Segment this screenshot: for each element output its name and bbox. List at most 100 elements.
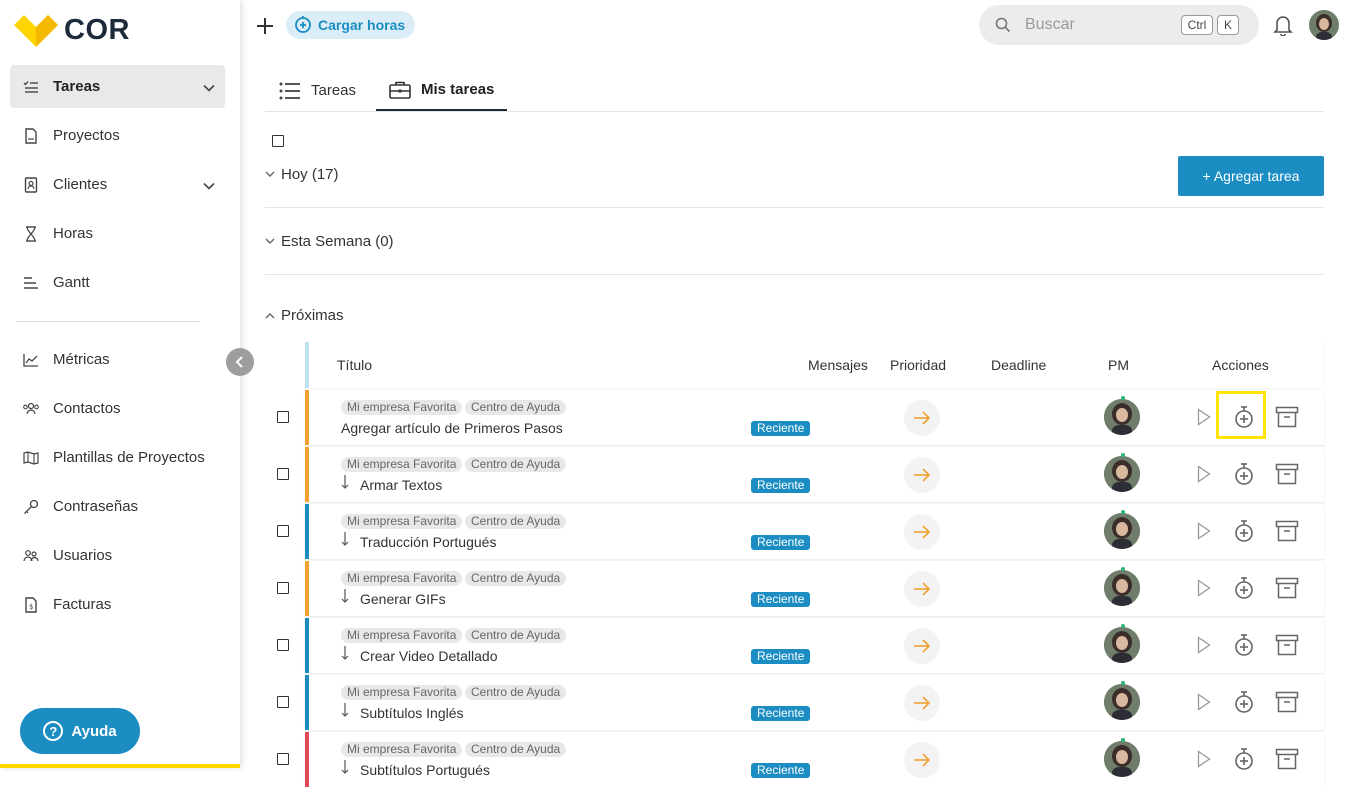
tab-tareas[interactable]: Tareas	[279, 70, 356, 111]
sidebar-item-usuarios[interactable]: Usuarios	[10, 534, 225, 577]
table-row[interactable]: Mi empresa Favorita Centro de Ayuda Subtít…	[265, 732, 1324, 787]
project-tag[interactable]: Centro de Ayuda	[465, 685, 567, 700]
header-prioridad[interactable]: Prioridad	[890, 357, 946, 373]
sidebar-item-facturas[interactable]: $ Facturas	[10, 583, 225, 626]
company-tag[interactable]: Mi empresa Favorita	[341, 571, 463, 586]
archive-button[interactable]	[1275, 634, 1299, 661]
pm-avatar[interactable]	[1104, 684, 1140, 720]
priority-button[interactable]	[904, 571, 940, 607]
user-avatar[interactable]	[1309, 10, 1339, 40]
task-title[interactable]: Subtítulos Portugués	[360, 762, 490, 778]
section-proximas[interactable]: Próximas	[265, 281, 1324, 348]
task-title[interactable]: Armar Textos	[360, 477, 442, 493]
archive-button[interactable]	[1275, 406, 1299, 433]
create-button[interactable]	[254, 12, 276, 38]
company-tag[interactable]: Mi empresa Favorita	[341, 628, 463, 643]
table-row[interactable]: Mi empresa Favorita Centro de Ayuda Crear …	[265, 618, 1324, 673]
add-time-button[interactable]	[1233, 747, 1255, 776]
sidebar-item-proyectos[interactable]: Proyectos	[10, 114, 225, 157]
play-button[interactable]	[1197, 465, 1211, 488]
play-button[interactable]	[1197, 522, 1211, 545]
pm-avatar[interactable]	[1104, 741, 1140, 777]
add-time-button[interactable]	[1233, 462, 1255, 491]
cor-logo[interactable]: COR	[14, 12, 130, 48]
priority-button[interactable]	[904, 514, 940, 550]
add-task-button[interactable]: + Agregar tarea	[1178, 156, 1324, 196]
company-tag[interactable]: Mi empresa Favorita	[341, 742, 463, 757]
row-checkbox[interactable]	[277, 639, 289, 651]
add-time-button[interactable]	[1233, 405, 1255, 434]
archive-button[interactable]	[1275, 520, 1299, 547]
play-button[interactable]	[1197, 750, 1211, 773]
task-title[interactable]: Generar GIFs	[360, 591, 446, 607]
project-tag[interactable]: Centro de Ayuda	[465, 628, 567, 643]
project-tag[interactable]: Centro de Ayuda	[465, 457, 567, 472]
archive-button[interactable]	[1275, 577, 1299, 604]
notifications-button[interactable]	[1273, 14, 1293, 41]
help-button[interactable]: ? Ayuda	[20, 708, 140, 754]
company-tag[interactable]: Mi empresa Favorita	[341, 457, 463, 472]
row-checkbox[interactable]	[277, 696, 289, 708]
table-row[interactable]: Mi empresa Favorita Centro de Ayuda Traduc…	[265, 504, 1324, 559]
sidebar-item-métricas[interactable]: Métricas	[10, 338, 225, 381]
row-checkbox[interactable]	[277, 753, 289, 765]
task-card[interactable]: Mi empresa Favorita Centro de Ayuda Subtít…	[305, 675, 1324, 730]
add-time-button[interactable]	[1233, 576, 1255, 605]
table-row[interactable]: Mi empresa Favorita Centro de Ayuda Genera…	[265, 561, 1324, 616]
sidebar-item-gantt[interactable]: Gantt	[10, 261, 225, 304]
row-checkbox[interactable]	[277, 468, 289, 480]
company-tag[interactable]: Mi empresa Favorita	[341, 400, 463, 415]
row-checkbox[interactable]	[277, 582, 289, 594]
priority-button[interactable]	[904, 628, 940, 664]
play-button[interactable]	[1197, 636, 1211, 659]
pm-avatar[interactable]	[1104, 456, 1140, 492]
project-tag[interactable]: Centro de Ayuda	[465, 400, 567, 415]
header-titulo[interactable]: Título	[337, 357, 372, 373]
section-esta-semana[interactable]: Esta Semana (0)	[265, 208, 1324, 275]
task-card[interactable]: Mi empresa Favorita Centro de Ayuda Traduc…	[305, 504, 1324, 559]
chevron-down-icon[interactable]	[203, 177, 215, 195]
search-box[interactable]: Buscar Ctrl K	[979, 5, 1259, 45]
row-checkbox[interactable]	[277, 411, 289, 423]
header-mensajes[interactable]: Mensajes	[808, 357, 868, 373]
section-hoy[interactable]: Hoy (17)	[265, 141, 1324, 208]
task-card[interactable]: Mi empresa Favorita Centro de Ayuda Crear …	[305, 618, 1324, 673]
pm-avatar[interactable]	[1104, 570, 1140, 606]
play-button[interactable]	[1197, 408, 1211, 431]
task-title[interactable]: Agregar artículo de Primeros Pasos	[341, 420, 563, 436]
sidebar-item-horas[interactable]: Horas	[10, 212, 225, 255]
cargar-horas-button[interactable]: Cargar horas	[286, 11, 416, 39]
sidebar-item-contraseñas[interactable]: Contraseñas	[10, 485, 225, 528]
tab-mis-tareas[interactable]: Mis tareas	[376, 70, 508, 111]
archive-button[interactable]	[1275, 463, 1299, 490]
header-deadline[interactable]: Deadline	[991, 357, 1046, 373]
task-card[interactable]: Mi empresa Favorita Centro de Ayuda Subtít…	[305, 732, 1324, 787]
task-title[interactable]: Subtítulos Inglés	[360, 705, 464, 721]
priority-button[interactable]	[904, 742, 940, 778]
sidebar-item-tareas[interactable]: Tareas	[10, 65, 225, 108]
table-row[interactable]: Mi empresa Favorita Centro de Ayuda Subtít…	[265, 675, 1324, 730]
table-row[interactable]: Mi empresa Favorita Centro de Ayuda Armar …	[265, 447, 1324, 502]
priority-button[interactable]	[904, 685, 940, 721]
project-tag[interactable]: Centro de Ayuda	[465, 514, 567, 529]
add-time-button[interactable]	[1233, 690, 1255, 719]
project-tag[interactable]: Centro de Ayuda	[465, 571, 567, 586]
priority-button[interactable]	[904, 457, 940, 493]
task-card[interactable]: Mi empresa Favorita Centro de Ayuda Agrega…	[305, 390, 1324, 445]
pm-avatar[interactable]	[1104, 399, 1140, 435]
project-tag[interactable]: Centro de Ayuda	[465, 742, 567, 757]
sidebar-item-clientes[interactable]: Clientes	[10, 163, 225, 206]
company-tag[interactable]: Mi empresa Favorita	[341, 685, 463, 700]
pm-avatar[interactable]	[1104, 513, 1140, 549]
collapse-sidebar-button[interactable]	[226, 348, 254, 376]
play-button[interactable]	[1197, 579, 1211, 602]
add-time-button[interactable]	[1233, 633, 1255, 662]
table-row[interactable]: Mi empresa Favorita Centro de Ayuda Agrega…	[265, 390, 1324, 445]
sidebar-item-plantillas-de-proyectos[interactable]: Plantillas de Proyectos	[10, 436, 225, 479]
sidebar-item-contactos[interactable]: Contactos	[10, 387, 225, 430]
pm-avatar[interactable]	[1104, 627, 1140, 663]
task-title[interactable]: Traducción Portugués	[360, 534, 496, 550]
task-title[interactable]: Crear Video Detallado	[360, 648, 498, 664]
priority-button[interactable]	[904, 400, 940, 436]
header-pm[interactable]: PM	[1108, 357, 1129, 373]
